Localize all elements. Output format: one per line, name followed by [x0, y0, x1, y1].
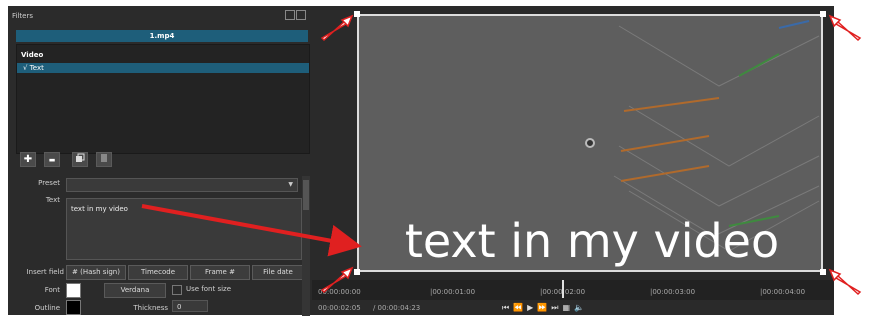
- annotation-arrow: [141, 204, 362, 257]
- corner-arrow-icon: [828, 268, 862, 296]
- corner-arrow-icon: [320, 14, 354, 42]
- annotation-overlay: [141, 14, 862, 296]
- corner-arrow-icon: [828, 14, 862, 42]
- corner-arrow-icon: [320, 266, 354, 294]
